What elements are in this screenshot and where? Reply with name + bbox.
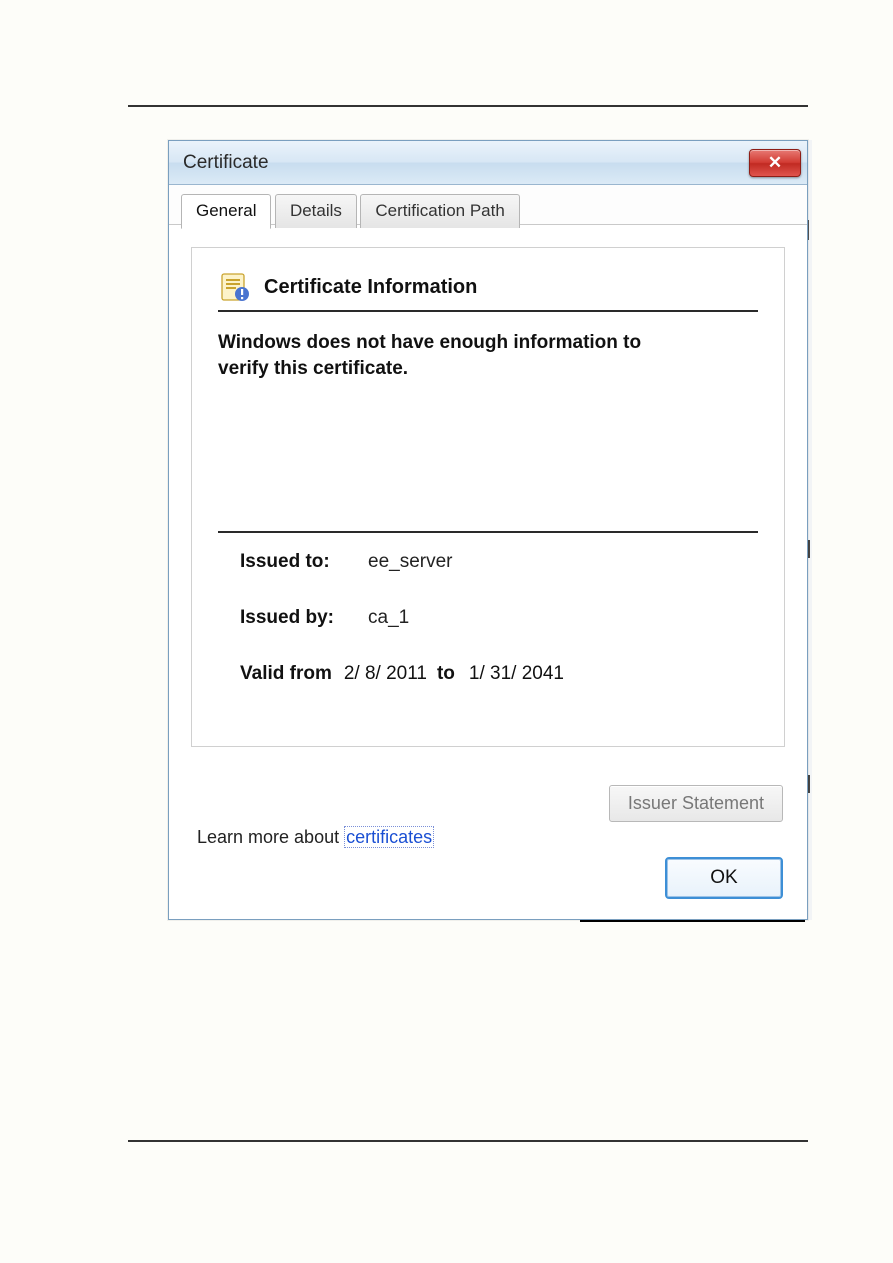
valid-to-value: 1/ 31/ 2041 <box>469 663 564 685</box>
page-top-rule <box>128 105 808 107</box>
certificates-link[interactable]: certificates <box>344 826 434 848</box>
warning-text: Windows does not have enough information… <box>218 330 688 381</box>
learn-more-line: Learn more about certificates <box>197 827 434 848</box>
certificate-info-box: Certificate Information Windows does not… <box>191 247 785 747</box>
titlebar: Certificate ✕ <box>169 141 807 185</box>
close-button[interactable]: ✕ <box>749 149 801 177</box>
valid-from-row: Valid from 2/ 8/ 2011 to 1/ 31/ 2041 <box>240 663 758 685</box>
certificate-warning-icon <box>218 272 252 302</box>
window-title: Certificate <box>183 152 269 174</box>
divider <box>218 531 758 533</box>
issued-to-value: ee_server <box>368 551 453 573</box>
page-bottom-rule <box>128 1140 808 1142</box>
tab-row: General Details Certification Path <box>169 185 807 225</box>
ok-button[interactable]: OK <box>665 857 783 899</box>
close-icon: ✕ <box>768 153 782 173</box>
learn-more-prefix: Learn more about <box>197 827 344 847</box>
section-title: Certificate Information <box>264 276 477 299</box>
info-header: Certificate Information <box>218 272 758 302</box>
certificate-dialog: Certificate ✕ General Details Certificat… <box>168 140 808 920</box>
issuer-statement-button[interactable]: Issuer Statement <box>609 785 783 822</box>
issued-to-label: Issued to: <box>240 551 368 573</box>
issued-by-row: Issued by: ca_1 <box>240 607 758 629</box>
issued-by-value: ca_1 <box>368 607 409 629</box>
valid-from-value: 2/ 8/ 2011 <box>344 663 427 685</box>
issued-by-label: Issued by: <box>240 607 368 629</box>
divider <box>218 310 758 312</box>
tab-general[interactable]: General <box>181 194 271 229</box>
tab-details[interactable]: Details <box>275 194 357 228</box>
valid-to-label: to <box>437 663 455 685</box>
valid-from-label: Valid from <box>240 663 332 685</box>
tab-certification-path[interactable]: Certification Path <box>360 194 519 228</box>
tab-pane-general: Certificate Information Windows does not… <box>169 225 807 919</box>
issued-to-row: Issued to: ee_server <box>240 551 758 573</box>
